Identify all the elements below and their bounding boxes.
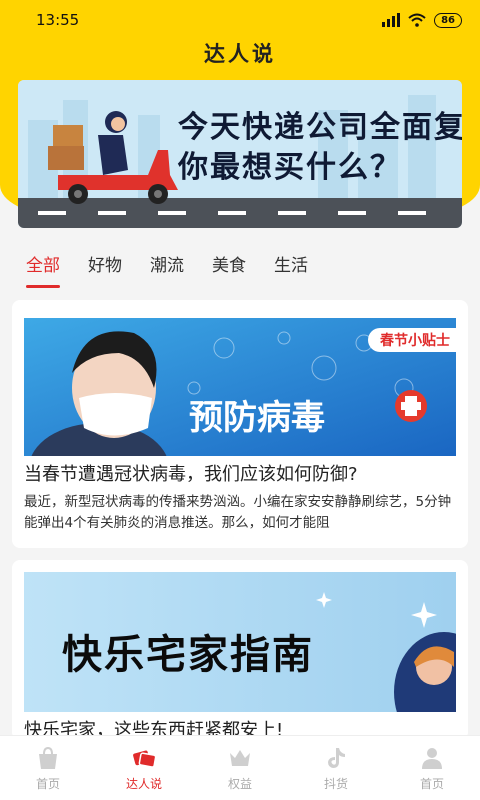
article-image: 春节小贴士 预防病毒 bbox=[24, 318, 456, 456]
article-card[interactable]: 快乐宅家指南 快乐宅家，这些东西赶紧都安上! bbox=[12, 560, 468, 740]
nav-home-label: 首页 bbox=[35, 776, 60, 791]
wifi-icon bbox=[408, 13, 426, 27]
promo-banner[interactable]: 今天快递公司全面复工 你最想买什么？ bbox=[18, 80, 462, 228]
tab-food[interactable]: 美食 bbox=[212, 245, 246, 282]
nav-douhuo[interactable]: 抖货 bbox=[288, 736, 384, 800]
article-image: 快乐宅家指南 bbox=[24, 572, 456, 712]
banner-subheadline: 你最想买什么？ bbox=[178, 150, 402, 185]
image-tag: 春节小贴士 bbox=[368, 328, 456, 352]
tab-life[interactable]: 生活 bbox=[274, 245, 308, 282]
nav-talent-say[interactable]: 达人说 bbox=[96, 736, 192, 800]
status-time: 13:55 bbox=[36, 11, 80, 29]
crown-icon bbox=[230, 749, 250, 766]
page-title: 达人说 bbox=[204, 41, 276, 66]
bottom-navigation: 首页 达人说 权益 抖货 首页 bbox=[0, 735, 480, 800]
tab-all[interactable]: 全部 bbox=[26, 245, 60, 288]
user-icon bbox=[422, 747, 442, 769]
article-summary: 最近，新型冠状病毒的传播来势汹汹。小编在家安安静静刷综艺，5分钟能弹出4个有关肺… bbox=[24, 494, 452, 531]
tickets-icon bbox=[133, 750, 157, 768]
status-bar: 13:55 86 bbox=[0, 0, 480, 40]
nav-home[interactable]: 首页 bbox=[0, 736, 96, 800]
battery-indicator: 86 bbox=[434, 12, 462, 28]
image-headline: 快乐宅家指南 bbox=[62, 632, 314, 678]
nav-benefits-label: 权益 bbox=[227, 776, 252, 791]
article-card[interactable]: 春节小贴士 预防病毒 当春节遭遇冠状病毒，我们应该如何防御? 最近，新型冠状病毒… bbox=[12, 300, 468, 548]
nav-benefits[interactable]: 权益 bbox=[192, 736, 288, 800]
signal-icon bbox=[382, 13, 401, 27]
image-headline: 预防病毒 bbox=[189, 398, 325, 438]
nav-profile[interactable]: 首页 bbox=[384, 736, 480, 800]
tiktok-icon bbox=[328, 747, 345, 768]
shopping-bag-icon bbox=[39, 746, 57, 769]
tab-goods[interactable]: 好物 bbox=[88, 245, 122, 282]
nav-douhuo-label: 抖货 bbox=[323, 776, 348, 791]
category-tabs: 全部 好物 潮流 美食 生活 bbox=[0, 238, 480, 288]
article-title: 当春节遭遇冠状病毒，我们应该如何防御? bbox=[24, 464, 358, 485]
nav-talent-say-label: 达人说 bbox=[125, 776, 162, 791]
nav-profile-label: 首页 bbox=[419, 776, 444, 791]
banner-headline: 今天快递公司全面复工 bbox=[178, 110, 462, 145]
tab-trend[interactable]: 潮流 bbox=[150, 245, 184, 282]
